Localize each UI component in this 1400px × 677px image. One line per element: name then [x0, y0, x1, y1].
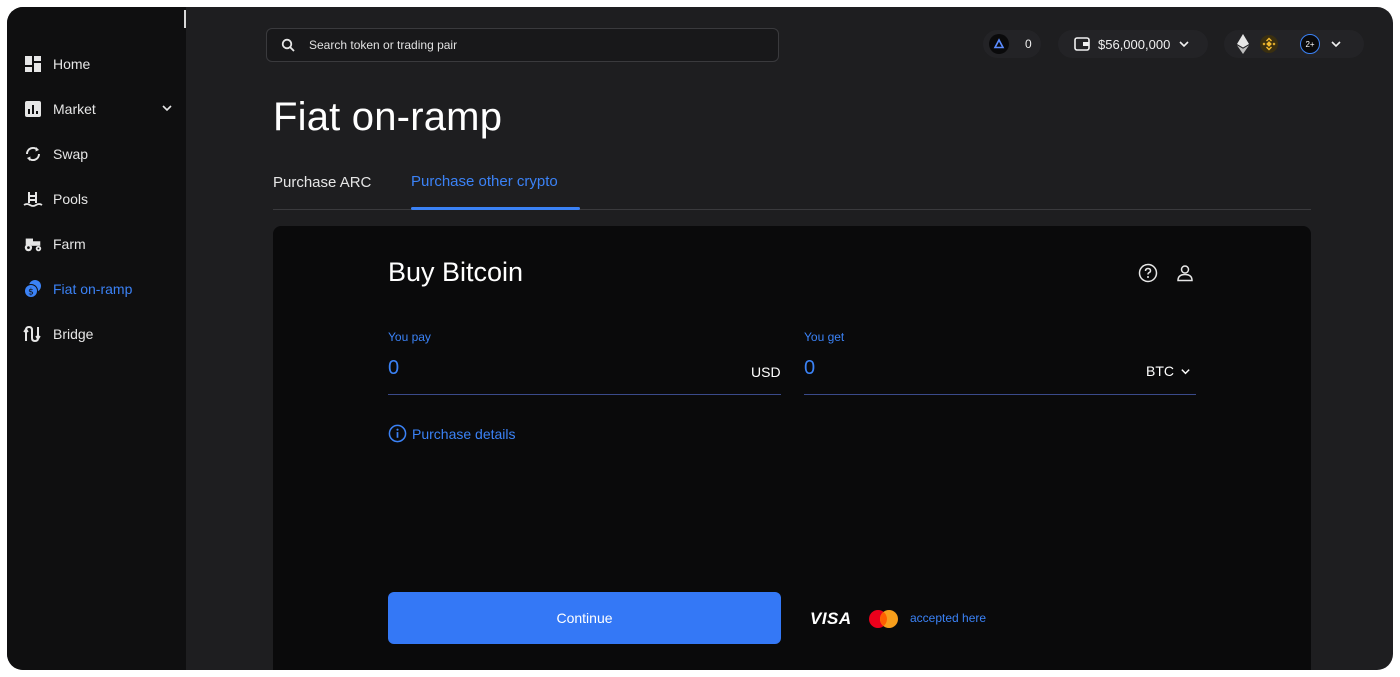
sidebar-item-home[interactable]: Home	[23, 52, 173, 76]
text-cursor	[184, 10, 186, 28]
chart-icon	[23, 99, 43, 119]
sidebar-item-market[interactable]: Market	[23, 97, 173, 121]
get-amount-input[interactable]: 0	[804, 357, 815, 380]
chevron-down-icon	[1330, 38, 1342, 50]
arc-count: 0	[1025, 37, 1032, 51]
wallet-pill[interactable]: $56,000,000	[1058, 30, 1208, 58]
search-icon	[281, 38, 295, 52]
get-currency: BTC	[1146, 363, 1174, 379]
sidebar-item-label: Fiat on-ramp	[53, 281, 133, 297]
user-icon[interactable]	[1174, 262, 1196, 284]
card-title: Buy Bitcoin	[388, 257, 524, 287]
sidebar-item-fiat-on-ramp[interactable]: $ Fiat on-ramp	[23, 277, 173, 301]
pay-field-underline	[388, 394, 781, 395]
tractor-icon	[23, 234, 43, 254]
purchase-details-label: Purchase details	[412, 425, 516, 442]
dashboard-icon	[23, 54, 43, 74]
network-more-badge: 2+	[1300, 34, 1320, 54]
wallet-icon	[1074, 37, 1090, 51]
mastercard-logo	[867, 609, 901, 629]
ethereum-icon	[1236, 34, 1250, 54]
search-bar[interactable]	[266, 28, 779, 62]
binance-icon	[1260, 35, 1278, 53]
chevron-down-icon	[1180, 366, 1191, 377]
app-window: Home Market Swap Pools Farm $ Fiat on-ra…	[7, 7, 1393, 670]
get-currency-select[interactable]: BTC	[1146, 363, 1191, 379]
buy-card: Buy Bitcoin You pay 0 USD You get 0 BTC …	[273, 226, 1311, 670]
bridge-icon	[23, 324, 43, 344]
sidebar: Home Market Swap Pools Farm $ Fiat on-ra…	[7, 7, 186, 670]
sidebar-item-farm[interactable]: Farm	[23, 232, 173, 256]
accepted-here-label: accepted here	[910, 611, 987, 625]
sidebar-item-pools[interactable]: Pools	[23, 187, 173, 211]
network-selector[interactable]: 2+	[1224, 30, 1364, 58]
chevron-down-icon[interactable]	[161, 101, 173, 117]
swap-icon	[23, 144, 43, 164]
arc-balance-pill[interactable]: 0	[983, 30, 1041, 58]
tab-purchase-arc[interactable]: Purchase ARC	[273, 174, 371, 191]
visa-logo: VISA	[810, 609, 852, 628]
wallet-balance: $56,000,000	[1098, 36, 1171, 52]
arc-token-icon	[989, 34, 1009, 54]
chevron-down-icon	[1178, 38, 1190, 50]
sidebar-item-bridge[interactable]: Bridge	[23, 322, 173, 346]
sidebar-item-label: Swap	[53, 146, 89, 162]
sidebar-item-label: Bridge	[53, 326, 94, 342]
get-label: You get	[804, 330, 845, 344]
pool-icon	[23, 189, 43, 209]
network-more-count: 2+	[1305, 39, 1315, 49]
purchase-details-link[interactable]: Purchase details	[388, 424, 516, 443]
continue-button[interactable]: Continue	[388, 592, 781, 644]
tab-purchase-other-crypto[interactable]: Purchase other crypto	[411, 173, 558, 190]
coins-icon: $	[23, 279, 43, 299]
sidebar-item-swap[interactable]: Swap	[23, 142, 173, 166]
sidebar-item-label: Home	[53, 56, 91, 72]
help-icon[interactable]	[1137, 262, 1159, 284]
info-icon	[388, 424, 407, 443]
active-tab-indicator	[411, 207, 580, 210]
svg-text:$: $	[28, 288, 34, 298]
sidebar-item-label: Pools	[53, 191, 89, 207]
sidebar-item-label: Market	[53, 101, 96, 117]
pay-label: You pay	[388, 330, 431, 344]
get-field-underline	[804, 394, 1196, 395]
search-input[interactable]	[309, 38, 729, 52]
pay-currency: USD	[751, 364, 781, 380]
sidebar-item-label: Farm	[53, 236, 86, 252]
page-title: Fiat on-ramp	[273, 95, 503, 139]
pay-amount-input[interactable]: 0	[388, 357, 399, 380]
